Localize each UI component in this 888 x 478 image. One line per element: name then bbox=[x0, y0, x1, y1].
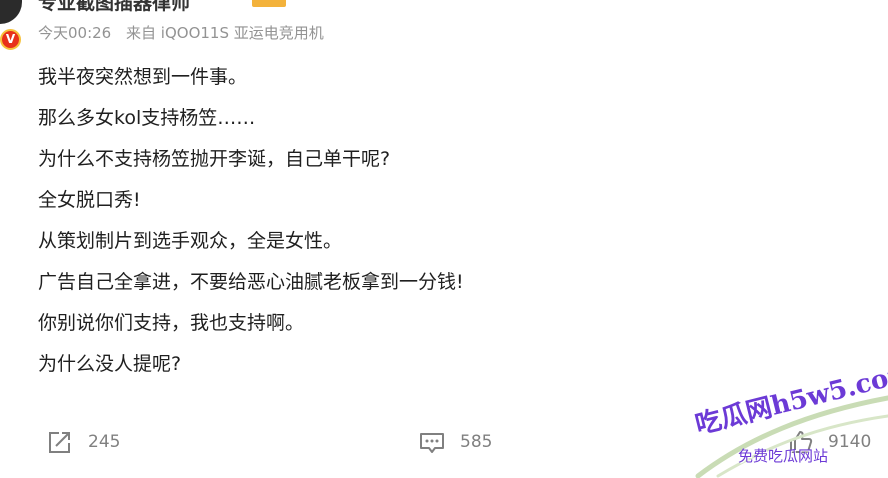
post-time[interactable]: 今天00:26 bbox=[38, 24, 111, 42]
post-line: 为什么不支持杨笠抛开李诞，自己单干呢? bbox=[38, 148, 391, 170]
username[interactable]: 专业截图插器律师 bbox=[38, 0, 190, 15]
repost-icon bbox=[46, 428, 74, 456]
post-line: 广告自己全拿进，不要给恶心油腻老板拿到一分钱! bbox=[38, 271, 464, 293]
post-source: 来自 iQOO11S 亚运电竞用机 bbox=[126, 24, 324, 42]
post-header: V 专业截图插器律师 今天00:26 来自 iQOO11S 亚运电竞用机 bbox=[0, 0, 888, 60]
post-line: 从策划制片到选手观众，全是女性。 bbox=[38, 230, 343, 252]
verified-icon: V bbox=[0, 29, 21, 50]
repost-button[interactable]: 245 bbox=[46, 424, 120, 460]
like-button[interactable]: 9140 bbox=[788, 424, 871, 460]
comment-button[interactable]: 585 bbox=[418, 424, 492, 460]
thumbs-up-icon bbox=[788, 429, 814, 455]
post-line: 全女脱口秀! bbox=[38, 189, 141, 211]
like-count: 9140 bbox=[828, 432, 872, 452]
comment-count: 585 bbox=[460, 432, 493, 452]
rank-badge-icon bbox=[252, 0, 286, 7]
post-line: 我半夜突然想到一件事。 bbox=[38, 66, 248, 88]
post-line: 你别说你们支持，我也支持啊。 bbox=[38, 312, 305, 334]
post-line: 那么多女kol支持杨笠…… bbox=[38, 107, 256, 129]
repost-count: 245 bbox=[88, 432, 121, 452]
avatar[interactable] bbox=[0, 0, 22, 24]
post-meta: 今天00:26 来自 iQOO11S 亚运电竞用机 bbox=[38, 22, 324, 43]
action-bar: 245 585 9140 bbox=[0, 424, 888, 460]
post-content: 我半夜突然想到一件事。 那么多女kol支持杨笠…… 为什么不支持杨笠抛开李诞，自… bbox=[38, 57, 858, 385]
comment-icon bbox=[418, 428, 446, 456]
post-line: 为什么没人提呢? bbox=[38, 353, 182, 375]
